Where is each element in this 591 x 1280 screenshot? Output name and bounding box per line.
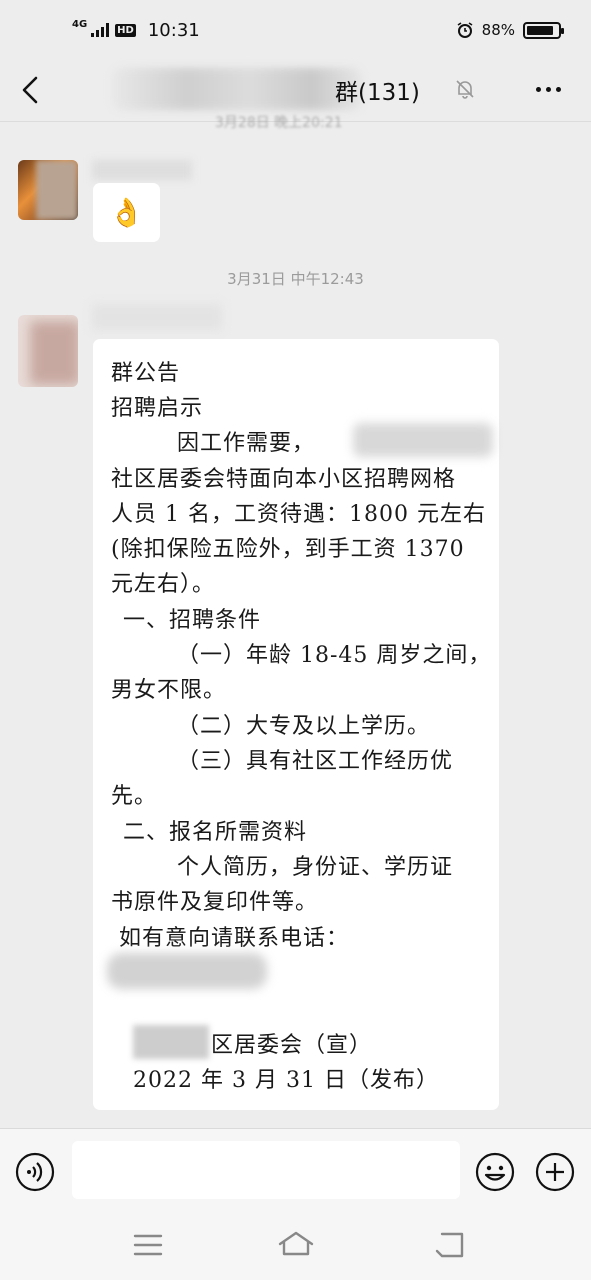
more-dots-icon[interactable] [530, 74, 566, 104]
battery-fill [527, 25, 554, 35]
message-timestamp: 3月31日 中午12:43 [227, 270, 364, 288]
signal-icon [91, 23, 110, 37]
notice-line: 先。 [111, 784, 158, 809]
hd-badge: HD [115, 23, 136, 37]
notice-line: 社区居委会特面向本小区招聘网格 [111, 467, 457, 492]
back-nav-icon[interactable] [430, 1228, 470, 1262]
emoji-icon[interactable] [474, 1151, 516, 1193]
redacted-sender-name [92, 160, 192, 180]
notice-line: 男女不限。 [111, 678, 227, 703]
network-type: 4G [72, 18, 88, 30]
notice-line: 群公告 [111, 361, 181, 386]
plus-icon[interactable] [534, 1151, 576, 1193]
group-title: 群(131) [335, 80, 420, 106]
menu-icon[interactable] [128, 1228, 168, 1262]
notice-line: 如有意向请联系电话： [119, 926, 350, 951]
message-bubble[interactable]: 👌 [93, 183, 160, 242]
notice-line: 二、报名所需资料 [123, 820, 308, 845]
notice-line: 书原件及复印件等。 [111, 890, 319, 915]
system-nav-bar [0, 1210, 591, 1280]
clock: 10:31 [147, 19, 200, 41]
alarm-icon [457, 22, 473, 38]
bell-muted-icon [456, 80, 474, 99]
notice-line: （三）具有社区工作经历优 [177, 749, 454, 774]
avatar[interactable] [18, 315, 78, 387]
ok-hand-emoji: 👌 [109, 196, 144, 229]
notice-line: 个人简历，身份证、学历证 [177, 855, 454, 880]
notice-line: 招聘启示 [111, 396, 204, 421]
input-bar [0, 1128, 591, 1210]
notice-line: 一、招聘条件 [123, 608, 262, 633]
notice-line: （一）年龄 18-45 周岁之间， [177, 643, 492, 668]
status-bar: 4G HD 10:31 88% [0, 0, 591, 60]
battery-icon [523, 21, 564, 39]
redacted-text [133, 1025, 209, 1059]
battery-percent: 88% [481, 21, 515, 39]
home-icon[interactable] [276, 1228, 316, 1262]
notice-line: 因工作需要， [177, 431, 316, 456]
redacted-timestamp: 3月28日 晚上20:21 [215, 115, 343, 131]
redacted-phone [107, 953, 267, 989]
notice-line: (除扣保险五险外，到手工资 1370 [111, 537, 465, 562]
notice-line: 元左右）。 [111, 572, 216, 597]
voice-icon[interactable] [14, 1151, 56, 1193]
announcement-bubble[interactable]: 群公告 招聘启示 因工作需要， 社区居委会特面向本小区招聘网格 人员 1 名，工… [93, 339, 499, 1110]
notice-line: 人员 1 名，工资待遇：1800 元左右 [111, 502, 486, 527]
message-input[interactable] [72, 1141, 460, 1199]
redacted-text [353, 423, 493, 457]
notice-line: （二）大专及以上学历。 [177, 714, 431, 739]
back-arrow-icon[interactable] [14, 72, 50, 108]
avatar[interactable] [18, 160, 78, 220]
notice-line: 区居委会（宣） [211, 1033, 373, 1058]
redacted-group-name [112, 68, 362, 110]
notice-line: 2022 年 3 月 31 日（发布） [133, 1068, 439, 1093]
redacted-sender-name [92, 304, 222, 330]
